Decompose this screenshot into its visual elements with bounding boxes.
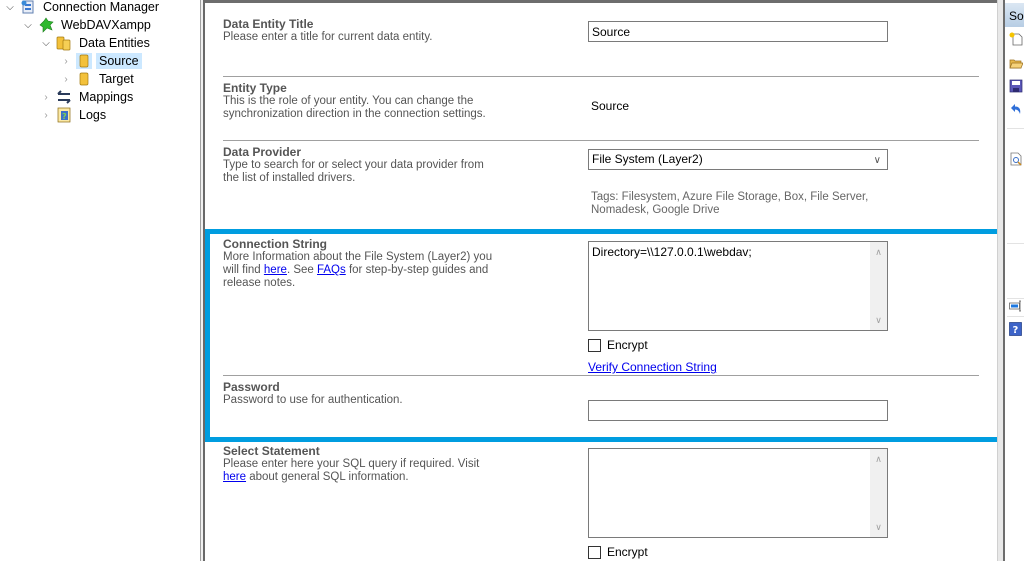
tree-item-label: Logs bbox=[79, 108, 107, 122]
password-input[interactable] bbox=[588, 400, 888, 421]
chevron-right-icon[interactable]: › bbox=[60, 73, 72, 85]
toolbar-separator bbox=[1007, 316, 1024, 317]
textbox-icon[interactable] bbox=[1009, 299, 1023, 313]
tree-item-connection-manager[interactable]: ⌵ Connection Manager bbox=[4, 0, 162, 16]
section-description: This is the role of your entity. You can… bbox=[223, 95, 486, 120]
entity-icon bbox=[76, 71, 92, 87]
here-link[interactable]: here bbox=[264, 264, 287, 276]
faqs-link[interactable]: FAQs bbox=[317, 264, 346, 276]
chevron-down-icon[interactable]: ⌵ bbox=[4, 1, 16, 13]
sql-here-link[interactable]: here bbox=[223, 471, 246, 483]
data-provider-select[interactable]: File System (Layer2) ∨ bbox=[588, 149, 888, 170]
section-description: Please enter here your SQL query if requ… bbox=[223, 458, 493, 484]
tree-item-label: Connection Manager bbox=[43, 0, 160, 14]
undo-icon[interactable] bbox=[1009, 102, 1023, 116]
mappings-icon bbox=[56, 89, 72, 105]
preview-icon[interactable] bbox=[1009, 152, 1023, 166]
textarea-scrollbar[interactable]: ∧ ∨ bbox=[870, 242, 887, 330]
chevron-right-icon[interactable]: › bbox=[60, 55, 72, 67]
encrypt-select-statement-checkbox[interactable]: Encrypt bbox=[588, 545, 648, 559]
tree-item-label: Data Entities bbox=[79, 36, 150, 50]
tree-item-logs[interactable]: › ? Logs bbox=[40, 106, 109, 124]
tree-item-target[interactable]: › Target bbox=[60, 70, 137, 88]
tree-item-mappings[interactable]: › Mappings bbox=[40, 88, 136, 106]
desc-text: about general SQL information. bbox=[246, 471, 409, 483]
scroll-up-icon[interactable]: ∧ bbox=[870, 452, 887, 466]
entity-settings-panel: Data Entity Title Please enter a title f… bbox=[205, 0, 997, 561]
connection-string-value: Directory=\\127.0.0.1\webdav; bbox=[592, 245, 752, 259]
checkbox[interactable] bbox=[588, 338, 601, 352]
checkbox-label: Encrypt bbox=[607, 338, 648, 352]
provider-tags: Tags: Filesystem, Azure File Storage, Bo… bbox=[591, 191, 869, 216]
scroll-down-icon[interactable]: ∨ bbox=[870, 313, 887, 327]
tree-item-connection[interactable]: ⌵ WebDAVXampp bbox=[22, 16, 154, 34]
entity-icon bbox=[76, 53, 92, 69]
desc-text: Please enter here your SQL query if requ… bbox=[223, 458, 480, 470]
toolbar-header[interactable]: So bbox=[1005, 3, 1024, 27]
divider bbox=[223, 76, 979, 77]
tree-item-data-entities[interactable]: ⌵ Data Entities bbox=[40, 34, 153, 52]
tree-item-source[interactable]: › Source bbox=[60, 52, 142, 70]
tree-item-label: Target bbox=[99, 72, 134, 86]
scroll-up-icon[interactable]: ∧ bbox=[870, 245, 887, 259]
connection-string-textarea[interactable]: Directory=\\127.0.0.1\webdav; ∧ ∨ bbox=[588, 241, 888, 331]
connection-icon bbox=[38, 17, 54, 33]
section-description: Please enter a title for current data en… bbox=[223, 31, 433, 43]
divider bbox=[223, 375, 979, 376]
toolbar-separator bbox=[1007, 243, 1024, 244]
logs-icon: ? bbox=[56, 107, 72, 123]
select-statement-textarea[interactable]: ∧ ∨ bbox=[588, 448, 888, 538]
new-icon[interactable] bbox=[1009, 32, 1023, 46]
scroll-down-icon[interactable]: ∨ bbox=[870, 520, 887, 534]
connection-manager-icon bbox=[20, 0, 36, 15]
chevron-right-icon[interactable]: › bbox=[40, 109, 52, 121]
desc-text: . See bbox=[286, 264, 317, 276]
section-description: More Information about the File System (… bbox=[223, 251, 493, 290]
chevron-down-icon[interactable]: ⌵ bbox=[40, 37, 52, 49]
textarea-scrollbar[interactable]: ∧ ∨ bbox=[870, 449, 887, 537]
open-folder-icon[interactable] bbox=[1009, 56, 1024, 70]
help-icon[interactable]: ? bbox=[1009, 322, 1023, 336]
data-entity-title-input[interactable] bbox=[588, 21, 888, 42]
svg-text:?: ? bbox=[62, 112, 67, 121]
selected-value: File System (Layer2) bbox=[592, 152, 703, 166]
tree-item-label: Source bbox=[96, 53, 142, 69]
checkbox-label: Encrypt bbox=[607, 545, 648, 559]
divider bbox=[223, 140, 979, 141]
tree-item-label: Mappings bbox=[79, 90, 134, 104]
section-title: Password bbox=[223, 380, 280, 394]
section-description: Password to use for authentication. bbox=[223, 394, 403, 406]
entity-type-value: Source bbox=[591, 99, 630, 113]
chevron-down-icon[interactable]: ⌵ bbox=[22, 19, 34, 31]
encrypt-connection-string-checkbox[interactable]: Encrypt bbox=[588, 338, 648, 352]
chevron-down-icon[interactable]: ∨ bbox=[874, 153, 881, 168]
svg-text:?: ? bbox=[1013, 325, 1019, 336]
navigation-tree: ⌵ Connection Manager ⌵ WebDAVXampp ⌵ Dat… bbox=[0, 0, 198, 561]
save-icon[interactable] bbox=[1009, 79, 1023, 93]
section-description: Type to search for or select your data p… bbox=[223, 159, 484, 184]
checkbox[interactable] bbox=[588, 545, 601, 559]
tree-item-label: WebDAVXampp bbox=[61, 18, 151, 32]
section-title: Entity Type bbox=[223, 81, 287, 95]
chevron-right-icon[interactable]: › bbox=[40, 91, 52, 103]
data-entities-icon bbox=[56, 35, 72, 51]
verify-connection-string-link[interactable]: Verify Connection String bbox=[588, 360, 717, 374]
toolbar-separator bbox=[1007, 128, 1024, 129]
right-toolbar: So ? bbox=[1003, 0, 1024, 561]
